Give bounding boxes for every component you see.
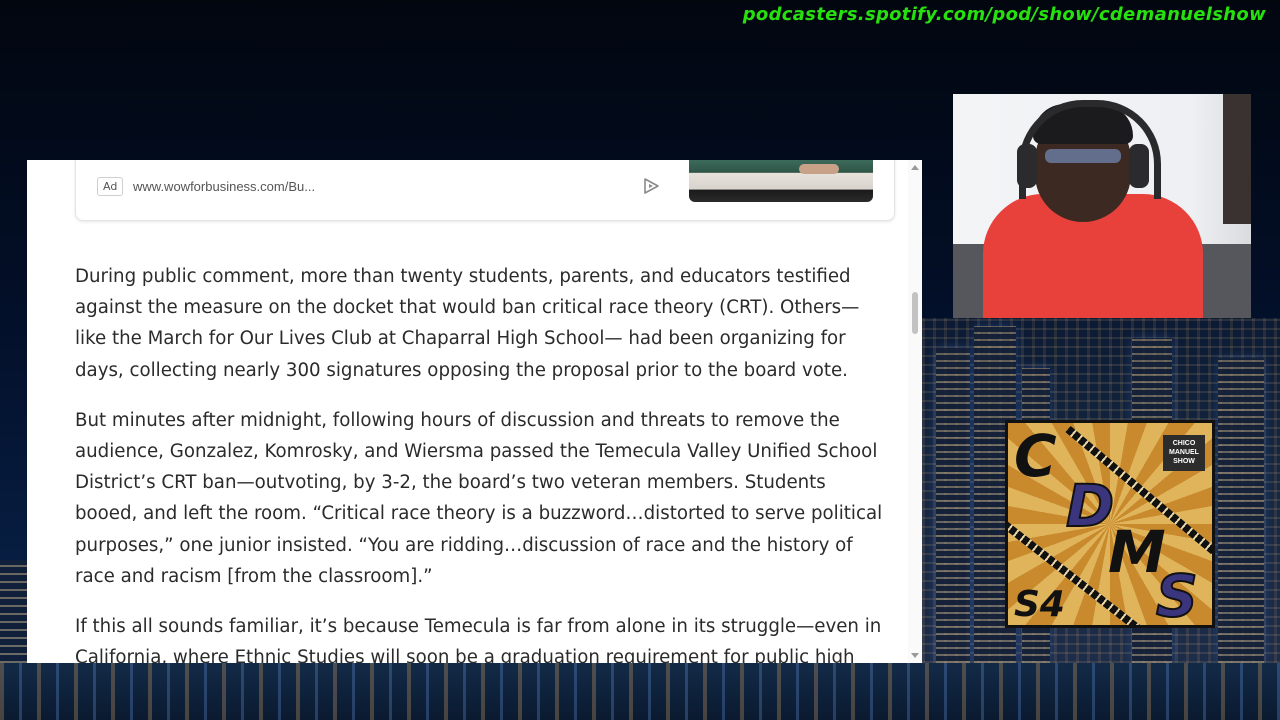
skyscraper	[1218, 358, 1264, 663]
webcam-background-door	[1223, 94, 1251, 224]
logo-letter-d: D	[1065, 472, 1115, 540]
play-icon[interactable]	[641, 176, 661, 196]
logo-letter-c: C	[1014, 422, 1057, 490]
background-waterfront	[0, 663, 1280, 720]
article-paragraph: But minutes after midnight, following ho…	[75, 409, 883, 587]
article-body: During public comment, more than twenty …	[75, 261, 887, 663]
ad-banner[interactable]: Ad www.wowforbusiness.com/Bu...	[75, 160, 895, 221]
cdms-show-logo: CHICO MANUEL SHOW C D M S S4	[1005, 420, 1215, 628]
scroll-down-arrow-icon[interactable]	[911, 653, 919, 658]
webcam-feed	[953, 94, 1251, 318]
article-paragraph: During public comment, more than twenty …	[75, 266, 860, 381]
article-paragraph: If this all sounds familiar, it’s becaus…	[75, 616, 882, 663]
scrollbar-thumb[interactable]	[912, 292, 918, 334]
podcast-url-overlay: podcasters.spotify.com/pod/show/cdemanue…	[742, 4, 1266, 25]
skyscraper	[936, 348, 970, 663]
logo-season: S4	[1014, 584, 1065, 625]
ad-badge: Ad	[97, 177, 124, 196]
ad-url[interactable]: www.wowforbusiness.com/Bu...	[133, 179, 315, 194]
ad-image-detail	[799, 164, 839, 174]
vertical-scrollbar[interactable]	[908, 160, 922, 663]
headset-earcup-left	[1017, 144, 1037, 188]
article-panel: Ad www.wowforbusiness.com/Bu... During p…	[27, 160, 922, 663]
scroll-up-arrow-icon[interactable]	[911, 165, 919, 170]
headset-earcup-right	[1129, 144, 1149, 188]
logo-badge: CHICO MANUEL SHOW	[1163, 435, 1205, 471]
ad-image[interactable]	[689, 160, 873, 202]
background-skyline-left	[0, 560, 28, 663]
logo-letter-s: S	[1155, 562, 1199, 628]
